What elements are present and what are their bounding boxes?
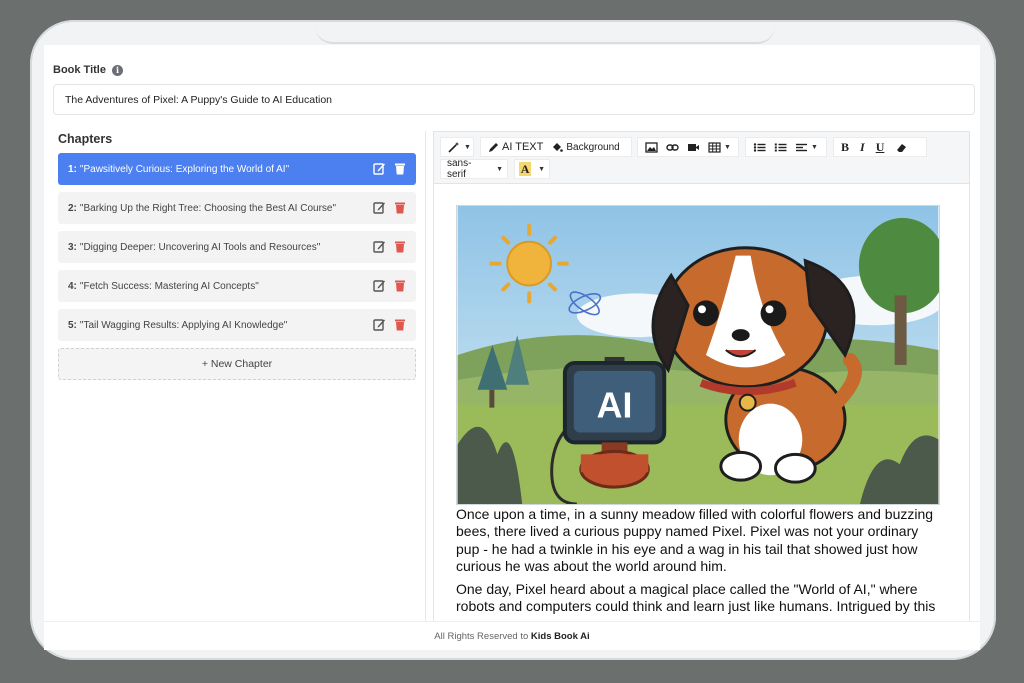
chapter-actions <box>373 279 406 292</box>
image-button[interactable] <box>642 138 661 156</box>
image-icon <box>645 141 658 153</box>
chevron-down-icon: ▼ <box>464 143 471 151</box>
eraser-icon <box>897 143 907 152</box>
tablet-notch <box>315 22 775 44</box>
font-color-select[interactable]: A ▼ <box>514 159 550 179</box>
chapter-item[interactable]: 2: "Barking Up the Right Tree: Choosing t… <box>58 192 416 224</box>
chapter-item[interactable]: 5: "Tail Wagging Results: Applying AI Kno… <box>58 309 416 341</box>
link-icon <box>666 143 679 151</box>
pencil-icon <box>489 142 498 152</box>
chapter-list: 1: "Pawsitively Curious: Exploring the Wo… <box>58 153 416 380</box>
font-family-select[interactable]: sans-serif ▼ <box>440 158 508 180</box>
numbered-list-icon <box>774 143 787 151</box>
trash-icon[interactable] <box>394 162 406 175</box>
bold-button[interactable]: B <box>838 138 852 156</box>
chapter-item[interactable]: 3: "Digging Deeper: Uncovering AI Tools a… <box>58 231 416 263</box>
font-family-value: sans-serif <box>447 158 472 180</box>
edit-icon[interactable] <box>373 318 385 331</box>
footer: All Rights Reserved to Kids Book Ai <box>44 621 980 650</box>
align-left-icon <box>796 143 807 151</box>
background-button[interactable]: Background <box>548 138 622 156</box>
trash-icon[interactable] <box>394 279 406 292</box>
panel-divider <box>425 131 426 650</box>
chapter-item[interactable]: 1: "Pawsitively Curious: Exploring the Wo… <box>58 153 416 185</box>
chapter-editor: ▼ AI TEXT Background ▼ ▼ B I U sans-seri… <box>433 131 970 650</box>
chapters-heading: Chapters <box>58 132 113 146</box>
video-button[interactable] <box>684 138 703 156</box>
footer-brand[interactable]: Kids Book Ai <box>531 631 590 642</box>
align-button[interactable]: ▼ <box>792 138 821 156</box>
chapter-title: "Digging Deeper: Uncovering AI Tools and… <box>79 241 321 253</box>
chapter-actions <box>373 201 406 214</box>
list-group: ▼ <box>745 137 827 157</box>
table-button[interactable]: ▼ <box>705 138 734 156</box>
chapter-actions <box>373 240 406 253</box>
edit-icon[interactable] <box>373 162 385 175</box>
eraser-button[interactable] <box>892 138 910 156</box>
chevron-down-icon: ▼ <box>538 165 545 173</box>
table-icon <box>708 141 721 153</box>
info-icon[interactable]: i <box>111 64 123 76</box>
underline-button[interactable]: U <box>873 138 888 156</box>
story-paragraph: Once upon a time, in a sunny meadow fill… <box>456 506 934 574</box>
link-button[interactable] <box>663 138 682 156</box>
bullet-list-icon <box>753 142 766 152</box>
book-title-label-text: Book Title <box>53 64 106 76</box>
chapter-title: "Pawsitively Curious: Exploring the Worl… <box>79 163 290 175</box>
chevron-down-icon: ▼ <box>724 143 731 151</box>
chapter-title: "Barking Up the Right Tree: Choosing the… <box>79 202 337 214</box>
story-paragraph: One day, Pixel heard about a magical pla… <box>456 581 936 615</box>
background-label: Background <box>566 141 620 153</box>
trash-icon[interactable] <box>394 240 406 253</box>
bullet-list-button[interactable] <box>750 138 769 156</box>
chapter-number: 5: <box>68 319 77 331</box>
book-title-input[interactable]: The Adventures of Pixel: A Puppy's Guide… <box>53 84 975 115</box>
chapter-title: "Tail Wagging Results: Applying AI Knowl… <box>79 319 288 331</box>
font-color-icon: A <box>519 162 532 176</box>
chapter-number: 1: <box>68 163 77 175</box>
media-group: ▼ <box>637 137 739 157</box>
chapter-number: 2: <box>68 202 77 214</box>
editor-toolbar: ▼ AI TEXT Background ▼ ▼ B I U sans-seri… <box>434 132 969 184</box>
chevron-down-icon: ▼ <box>811 143 818 151</box>
ai-screen-text: AI <box>597 386 633 426</box>
ai-text-label: AI TEXT <box>502 141 544 153</box>
numbered-list-button[interactable] <box>771 138 790 156</box>
ai-group: AI TEXT Background <box>480 137 632 157</box>
chapter-actions <box>373 162 406 175</box>
chapter-illustration: AI <box>456 205 940 505</box>
paint-bucket-icon <box>553 142 564 152</box>
chevron-down-icon: ▼ <box>496 165 503 173</box>
trash-icon[interactable] <box>394 318 406 331</box>
magic-wand-button[interactable]: ▼ <box>445 138 474 156</box>
book-title-label: Book Title i <box>53 64 123 76</box>
magic-group: ▼ <box>440 137 474 157</box>
new-chapter-button[interactable]: + New Chapter <box>58 348 416 380</box>
chapter-title: "Fetch Success: Mastering AI Concepts" <box>79 280 259 292</box>
chapter-number: 4: <box>68 280 77 292</box>
ai-text-button[interactable]: AI TEXT <box>485 138 546 156</box>
trash-icon[interactable] <box>394 201 406 214</box>
footer-text: All Rights Reserved to <box>434 631 529 642</box>
video-icon <box>688 143 699 151</box>
edit-icon[interactable] <box>373 279 385 292</box>
edit-icon[interactable] <box>373 201 385 214</box>
chapter-item[interactable]: 4: "Fetch Success: Mastering AI Concepts" <box>58 270 416 302</box>
italic-button[interactable]: I <box>857 138 868 156</box>
chapter-number: 3: <box>68 241 77 253</box>
editor-content[interactable]: AI Once upon a time, in a sunny meadow f… <box>456 205 942 622</box>
chapter-actions <box>373 318 406 331</box>
magic-wand-icon <box>448 142 459 153</box>
edit-icon[interactable] <box>373 240 385 253</box>
app-screen: Book Title i The Adventures of Pixel: A … <box>44 45 980 650</box>
format-group: B I U <box>833 137 927 157</box>
